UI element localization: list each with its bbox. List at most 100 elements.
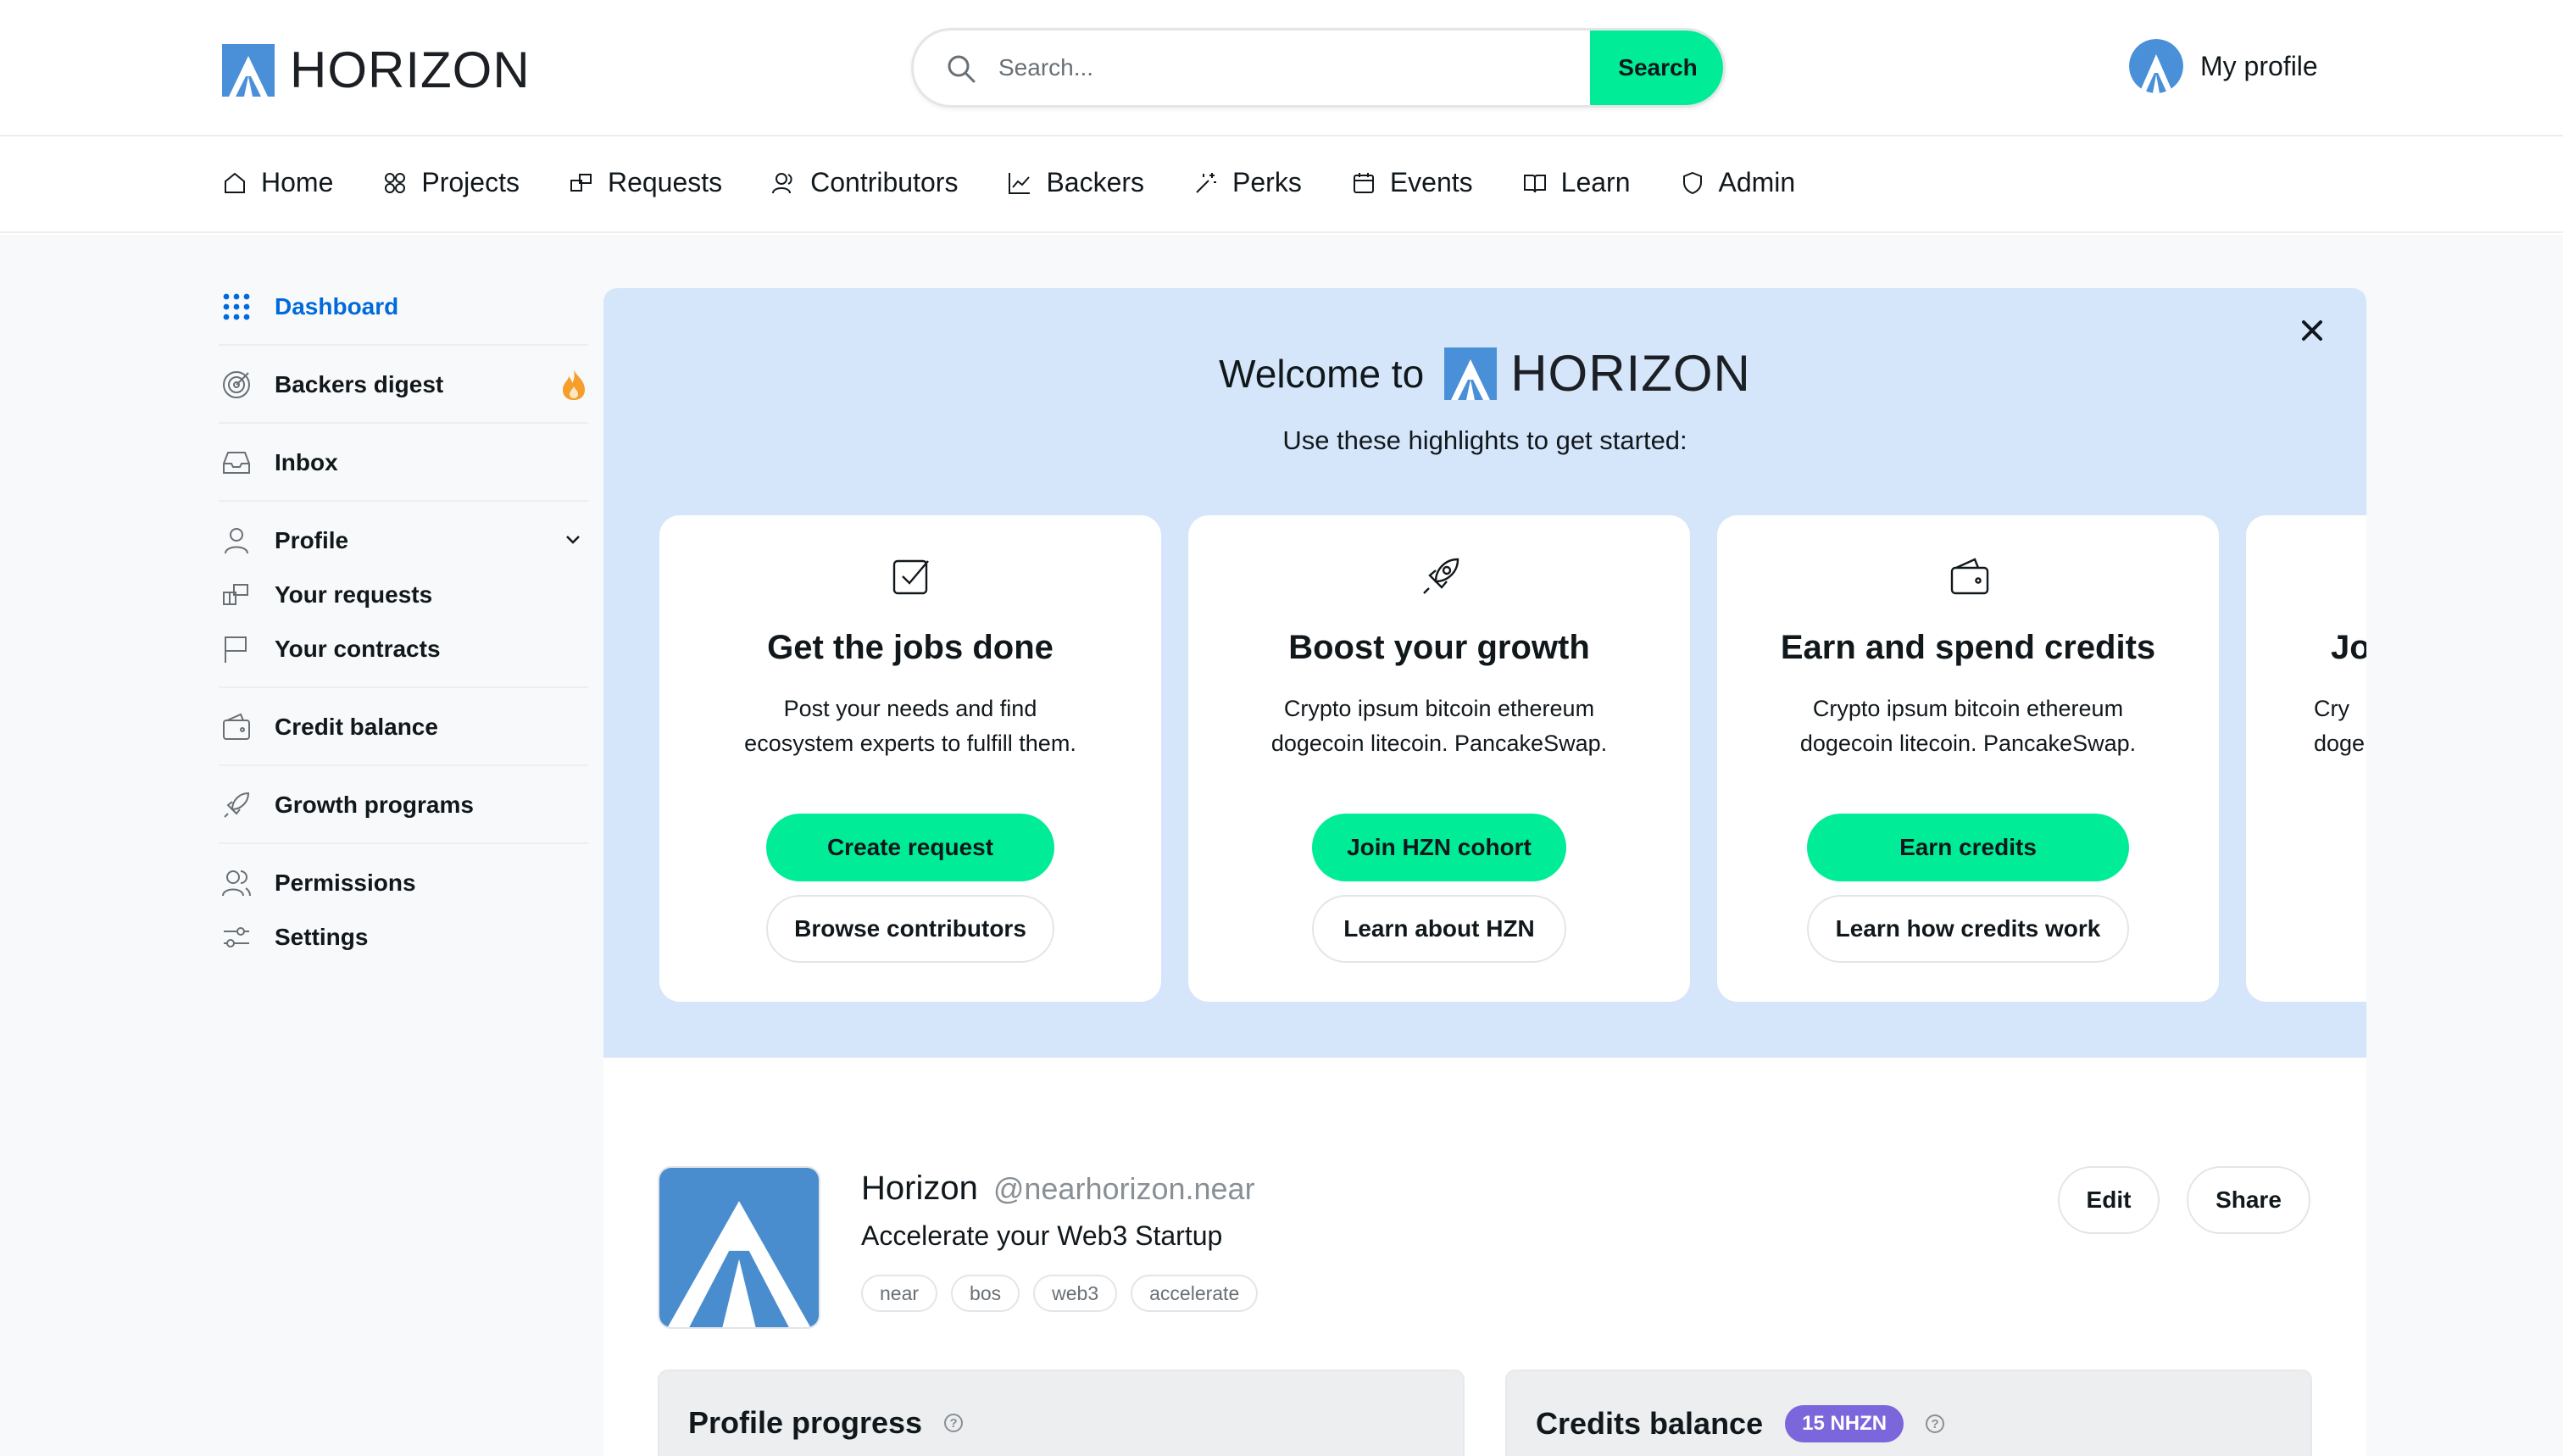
credits-balance-panel: Credits balance 15 NHZN ? [1505, 1370, 2312, 1456]
sidebar-item-settings[interactable]: Settings [219, 910, 588, 964]
help-icon[interactable]: ? [944, 1414, 964, 1432]
card-desc-line: Crypto ipsum bitcoin ethereum [1283, 696, 1595, 721]
settings-icon [224, 927, 249, 948]
profile-handle: @nearhorizon.near [992, 1171, 1255, 1206]
card-description: Crypto ipsum bitcoin ethereum dogecoin l… [1768, 692, 2168, 761]
credits-balance-title: Credits balance [1536, 1406, 1764, 1441]
target-icon [223, 371, 250, 398]
sidebar-item-label: Growth programs [275, 792, 474, 818]
top-header: HORIZON Search My profile [0, 0, 2563, 136]
panel-title: Credits balance 15 NHZN ? [1536, 1405, 1945, 1442]
profile-name: Horizon [861, 1170, 978, 1207]
chevron-down-icon[interactable] [561, 527, 585, 551]
highlight-card-credits: Earn and spend credits Crypto ipsum bitc… [1717, 515, 2219, 1002]
card-description: Cry doge [2314, 692, 2366, 761]
contributors-icon [772, 172, 792, 193]
rocket-icon [224, 792, 250, 818]
nav-contributors[interactable]: Contributors [771, 167, 958, 198]
tag[interactable]: bos [951, 1275, 1020, 1312]
card-desc-line: dogecoin litecoin. PancakeSwap. [1270, 731, 1608, 756]
nav-admin[interactable]: Admin [1680, 167, 1795, 198]
nav-requests[interactable]: Requests [569, 167, 722, 198]
profile-logo [658, 1166, 820, 1329]
divider [219, 500, 588, 502]
welcome-heading: Welcome to HORIZON [603, 344, 2366, 403]
home-icon [225, 172, 245, 193]
browse-contributors-button[interactable]: Browse contributors [766, 895, 1054, 963]
credits-badge: 15 NHZN [1785, 1405, 1904, 1442]
sidebar-item-label: Your contracts [275, 636, 441, 662]
nav-label: Learn [1560, 167, 1631, 197]
tag[interactable]: web3 [1033, 1275, 1118, 1312]
shield-icon [1682, 171, 1702, 194]
profile-progress-panel: Profile progress ? [658, 1370, 1465, 1456]
sidebar-item-label: Permissions [275, 870, 416, 896]
create-request-button[interactable]: Create request [766, 814, 1054, 881]
card-desc-line: ecosystem experts to fulfill them. [744, 731, 1076, 756]
share-button[interactable]: Share [2187, 1166, 2310, 1234]
nav-projects[interactable]: Projects [382, 167, 520, 198]
learn-about-hzn-button[interactable]: Learn about HZN [1312, 895, 1566, 963]
highlight-card-partial: Jo Cry doge [2246, 515, 2366, 1002]
grid-icon [223, 293, 250, 320]
sidebar-item-label: Your requests [275, 581, 433, 608]
highlight-card-jobs: Get the jobs done Post your needs and fi… [659, 515, 1161, 1002]
profile-tagline: Accelerate your Web3 Startup [861, 1220, 1223, 1251]
card-title: Jo [2331, 629, 2366, 666]
welcome-subtitle: Use these highlights to get started: [1282, 425, 1687, 455]
sidebar-item-label: Backers digest [275, 371, 444, 397]
nav-label: Requests [607, 167, 723, 197]
rocket-icon [1423, 558, 1459, 594]
divider [219, 344, 588, 346]
nav-home[interactable]: Home [222, 167, 333, 198]
divider [219, 842, 588, 844]
tag[interactable]: accelerate [1131, 1275, 1259, 1312]
sidebar-item-label: Profile [275, 527, 349, 553]
sidebar-item-credit-balance[interactable]: Credit balance [219, 700, 588, 754]
sidebar-item-label: Dashboard [275, 293, 399, 320]
horizon-logo-icon [1444, 347, 1498, 400]
earn-credits-button[interactable]: Earn credits [1807, 814, 2129, 881]
learn-how-credits-work-button[interactable]: Learn how credits work [1807, 895, 2129, 963]
my-profile-link[interactable]: My profile [2129, 39, 2318, 93]
card-desc-line: Cry [2314, 696, 2349, 721]
nav-backers[interactable]: Backers [1007, 167, 1144, 198]
close-icon[interactable] [2295, 314, 2329, 347]
brand-name: HORIZON [290, 42, 531, 98]
help-icon[interactable]: ? [1926, 1414, 1945, 1433]
main-content: Welcome to HORIZON Use these highlights … [603, 288, 2366, 1456]
sidebar-item-dashboard[interactable]: Dashboard [219, 280, 588, 334]
card-desc-line: Post your needs and find [783, 696, 1037, 721]
nav-label: Perks [1232, 167, 1302, 197]
checkbox-icon [892, 559, 929, 595]
card-title: Earn and spend credits [1780, 629, 2156, 666]
nav-label: Backers [1046, 167, 1145, 197]
sidebar-item-your-requests[interactable]: Your requests [219, 568, 588, 622]
panel-title: Profile progress ? [688, 1405, 964, 1441]
search-input[interactable] [998, 31, 1651, 105]
sidebar-item-inbox[interactable]: Inbox [219, 436, 588, 490]
search-button[interactable]: Search [1590, 31, 1723, 105]
sidebar-item-your-contracts[interactable]: Your contracts [219, 622, 588, 676]
welcome-brand: HORIZON [1444, 344, 1751, 403]
divider [219, 422, 588, 424]
projects-icon [385, 172, 406, 193]
brand-logo[interactable]: HORIZON [222, 41, 531, 99]
welcome-banner: Welcome to HORIZON Use these highlights … [603, 288, 2366, 1058]
search-bar: Search [911, 28, 1726, 108]
flag-icon [225, 636, 247, 663]
nav-perks[interactable]: Perks [1193, 167, 1302, 198]
sidebar-item-growth-programs[interactable]: Growth programs [219, 778, 588, 832]
profile-progress-title: Profile progress [688, 1405, 923, 1440]
join-hzn-cohort-button[interactable]: Join HZN cohort [1312, 814, 1566, 881]
nav-label: Contributors [810, 167, 959, 197]
nav-learn[interactable]: Learn [1522, 167, 1631, 198]
edit-button[interactable]: Edit [2058, 1166, 2160, 1234]
tag[interactable]: near [861, 1275, 938, 1312]
sidebar-item-backers-digest[interactable]: Backers digest [219, 358, 588, 412]
user-icon [225, 528, 248, 554]
nav-events[interactable]: Events [1351, 167, 1473, 198]
sidebar-item-permissions[interactable]: Permissions [219, 856, 588, 910]
card-desc-line: doge [2314, 731, 2366, 756]
sidebar-item-profile[interactable]: Profile [219, 514, 588, 568]
